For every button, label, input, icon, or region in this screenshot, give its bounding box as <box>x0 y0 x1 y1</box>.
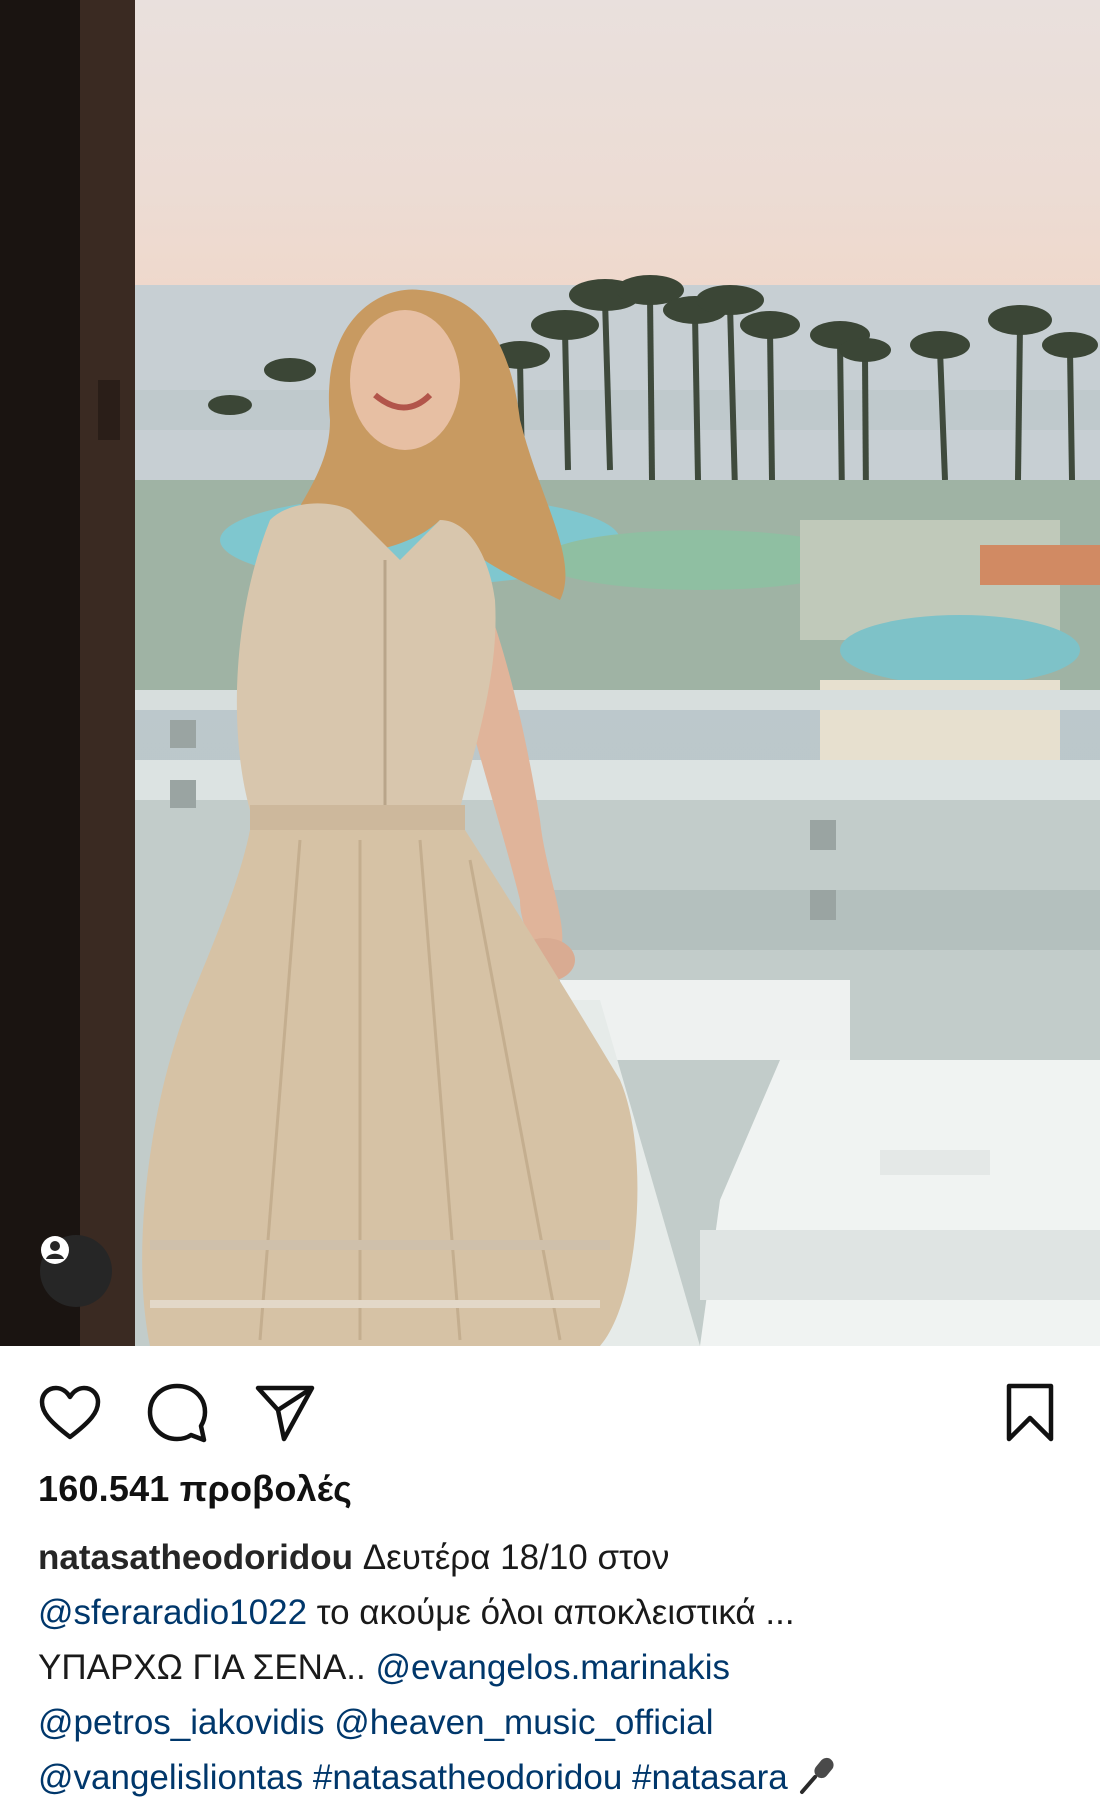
caption-line-4: @petros_iakovidis @heaven_music_official <box>38 1695 1068 1750</box>
post-caption: natasatheodoridou Δευτέρα 18/10 στον @sf… <box>38 1530 1068 1805</box>
bookmark-icon <box>1006 1383 1054 1442</box>
caption-username[interactable]: natasatheodoridou <box>38 1538 353 1577</box>
mention-vangelis[interactable]: @vangelisliontas <box>38 1758 303 1797</box>
user-tag-icon <box>41 1236 69 1264</box>
caption-text-2: το ακούμε όλοι αποκλειστικά ... <box>307 1593 795 1632</box>
caption-line-2: @sferaradio1022 το ακούμε όλοι αποκλειστ… <box>38 1585 1068 1640</box>
heart-icon <box>39 1385 101 1440</box>
view-count[interactable]: 160.541 προβολές <box>38 1468 352 1510</box>
mention-heaven[interactable]: @heaven_music_official <box>334 1703 713 1742</box>
caption-line-1: natasatheodoridou Δευτέρα 18/10 στον <box>38 1530 1068 1585</box>
paper-plane-icon <box>255 1385 315 1442</box>
caption-text-1: Δευτέρα 18/10 στον <box>353 1538 670 1577</box>
hashtag-natasatheodoridou[interactable]: #natasatheodoridou <box>313 1758 622 1797</box>
mention-evangelos[interactable]: @evangelos.marinakis <box>375 1648 730 1687</box>
microphone-icon <box>797 1755 837 1811</box>
caption-text-3: ΥΠΑΡΧΩ ΓΙΑ ΣΕΝΑ.. <box>38 1648 376 1687</box>
comment-icon <box>147 1383 208 1443</box>
hashtag-natasara[interactable]: #natasara <box>632 1758 788 1797</box>
comment-button[interactable] <box>142 1378 212 1448</box>
share-button[interactable] <box>250 1378 320 1448</box>
user-tag-button[interactable] <box>40 1235 112 1307</box>
post-action-bar <box>0 1346 1100 1466</box>
caption-line-3: ΥΠΑΡΧΩ ΓΙΑ ΣΕΝΑ.. @evangelos.marinakis <box>38 1640 1068 1695</box>
like-button[interactable] <box>35 1378 105 1448</box>
save-button[interactable] <box>995 1378 1065 1448</box>
post-media[interactable] <box>0 0 1100 1346</box>
caption-line-5: @vangelisliontas #natasatheodoridou #nat… <box>38 1750 1068 1805</box>
mention-sferaradio[interactable]: @sferaradio1022 <box>38 1593 307 1632</box>
post-photo <box>0 0 1100 1346</box>
mention-petros[interactable]: @petros_iakovidis <box>38 1703 325 1742</box>
